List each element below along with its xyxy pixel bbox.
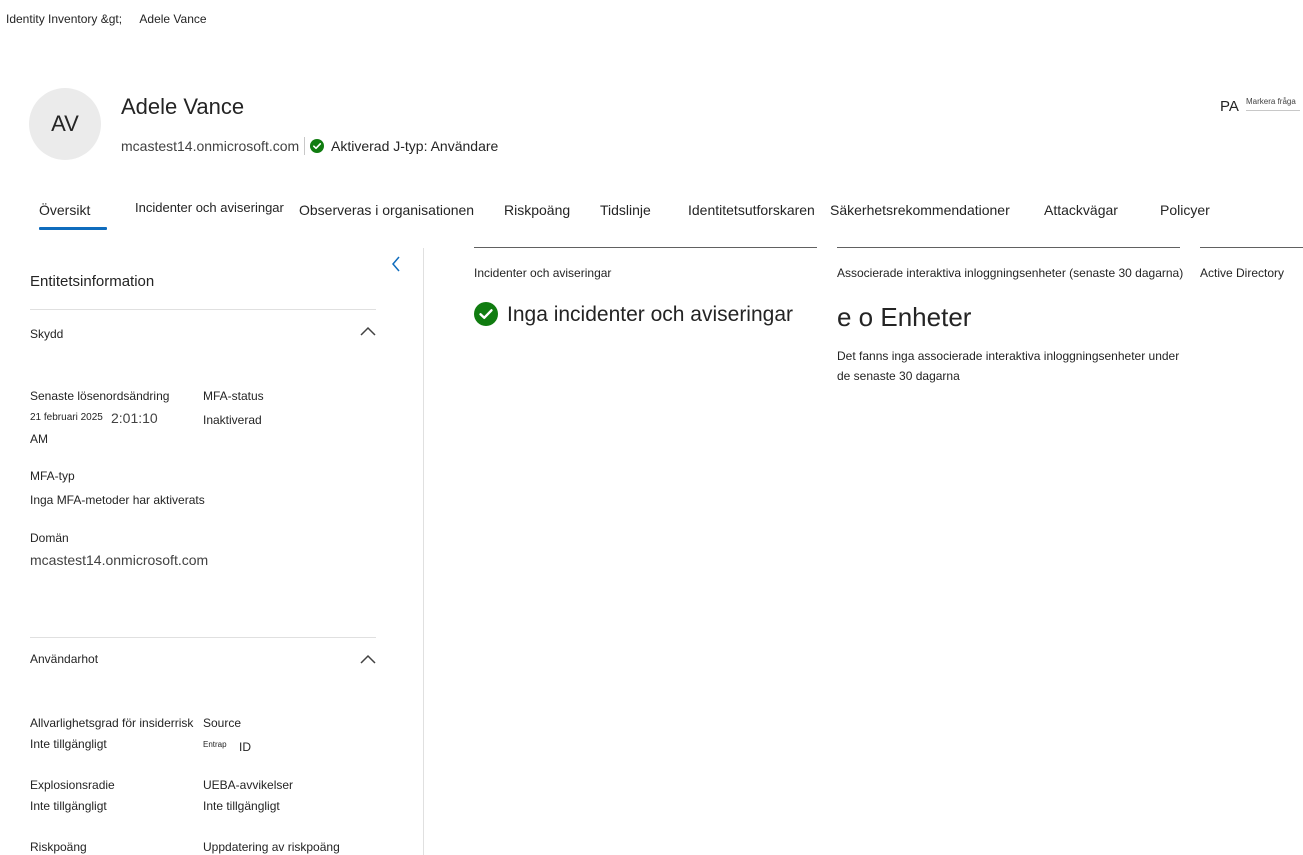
section-user-threat-title: Användarhot: [30, 652, 99, 666]
flag-query-label[interactable]: Markera fråga: [1246, 97, 1296, 106]
insider-risk-label: Allvarlighetsgrad för insiderrisk: [30, 716, 194, 730]
risk-score-label: Riskpoäng: [30, 840, 87, 854]
pwd-change-time: 2:01:10: [111, 410, 158, 426]
ueba-value: Inte tillgängligt: [203, 799, 280, 813]
blast-radius-label: Explosionsradie: [30, 778, 115, 792]
section-protection-title: Skydd: [30, 327, 64, 341]
tab-attack-paths[interactable]: Attackvägar: [1044, 202, 1118, 218]
breadcrumb-current: Adele Vance: [139, 12, 207, 26]
threat-chevron-up-icon[interactable]: [359, 652, 377, 664]
page-title: Adele Vance: [121, 94, 245, 119]
tab-incidents[interactable]: Incidenter och aviseringar: [135, 200, 284, 215]
risk-update-label: Uppdatering av riskpoäng: [203, 840, 340, 854]
avatar: AV: [29, 88, 101, 160]
sidebar-divider: [423, 248, 424, 855]
pwd-change-ampm: AM: [30, 432, 48, 446]
card-ad-topline: [1200, 247, 1303, 248]
card-devices-topline: [837, 247, 1180, 248]
active-tab-indicator: [39, 227, 107, 230]
tab-identity-explorer[interactable]: Identitetsutforskaren: [688, 202, 815, 218]
sidebar-separator-1: [30, 309, 376, 310]
tab-policies[interactable]: Policyer: [1160, 202, 1210, 218]
ueba-label: UEBA-avvikelser: [203, 778, 294, 792]
right-initials[interactable]: PA: [1220, 98, 1239, 115]
no-incidents-message: Inga incidenter och aviseringar: [507, 303, 794, 326]
check-circle-icon: [310, 139, 324, 153]
mfa-status-value: Inaktiverad: [203, 413, 262, 427]
mfa-type-value: Inga MFA-metoder har aktiverats: [30, 493, 205, 507]
header-separator: [304, 137, 305, 155]
tab-overview[interactable]: Översikt: [39, 202, 90, 218]
tab-security-recommendations[interactable]: Säkerhetsrekommendationer: [830, 202, 1010, 218]
insider-risk-value: Inte tillgängligt: [30, 737, 107, 751]
blast-radius-value: Inte tillgängligt: [30, 799, 107, 813]
mfa-type-label: MFA-typ: [30, 469, 75, 483]
source-prefix: Entrap: [203, 740, 227, 749]
devices-desc-line2: de senaste 30 dagarna: [837, 369, 960, 383]
user-domain: mcastest14.onmicrosoft.com: [121, 138, 300, 154]
tab-observed[interactable]: Observeras i organisationen: [299, 202, 474, 218]
flag-query-underline: [1246, 110, 1300, 111]
mfa-status-label: MFA-status: [203, 389, 264, 403]
domain-label: Domän: [30, 531, 69, 545]
sidebar-title: Entitetsinformation: [30, 273, 155, 290]
success-check-icon: [474, 302, 498, 326]
devices-desc-line1: Det fanns inga associerade interaktiva i…: [837, 349, 1180, 363]
source-label: Source: [203, 716, 242, 730]
card-ad-title: Active Directory: [1200, 266, 1285, 280]
collapse-chevron-left-icon[interactable]: [389, 255, 403, 273]
card-incidents-title: Incidenter och aviseringar: [474, 266, 612, 280]
devices-heading: e o Enheter: [837, 302, 972, 332]
avatar-initials: AV: [51, 111, 79, 136]
card-devices-title: Associerade interaktiva inloggningsenhet…: [837, 266, 1184, 280]
breadcrumb: Identity Inventory &gt; Adele Vance: [6, 12, 207, 26]
card-incidents-topline: [474, 247, 817, 248]
status-text: Aktiverad J-typ: Användare: [331, 138, 499, 154]
sidebar-separator-2: [30, 637, 376, 638]
breadcrumb-root[interactable]: Identity Inventory &gt;: [6, 12, 122, 26]
pwd-change-date: 21 februari 2025: [30, 412, 103, 423]
source-value: ID: [239, 740, 251, 754]
tab-timeline[interactable]: Tidslinje: [600, 202, 651, 218]
pwd-change-label: Senaste lösenordsändring: [30, 389, 170, 403]
protection-chevron-up-icon[interactable]: [359, 324, 377, 336]
tab-risk-score[interactable]: Riskpoäng: [504, 202, 570, 218]
domain-value: mcastest14.onmicrosoft.com: [30, 552, 209, 568]
